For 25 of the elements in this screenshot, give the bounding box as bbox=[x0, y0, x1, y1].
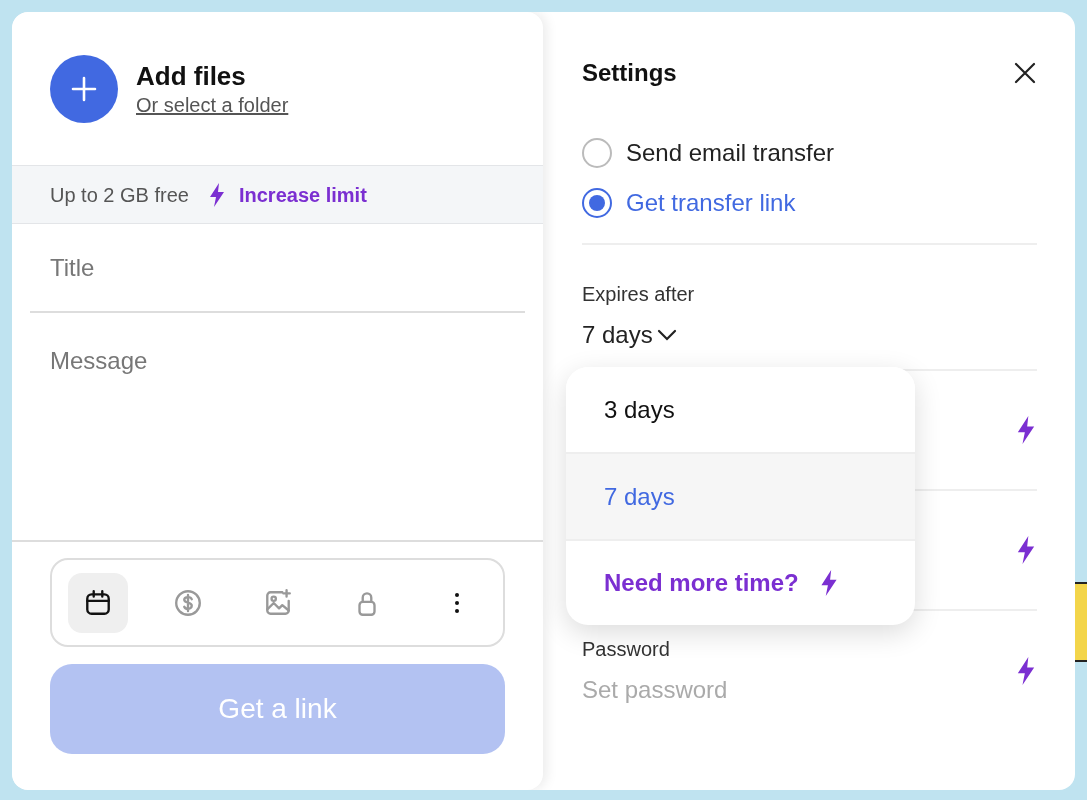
limit-text: Up to 2 GB free bbox=[50, 182, 189, 208]
radio-option[interactable]: Get transfer link bbox=[582, 185, 1037, 221]
title-input[interactable]: Title bbox=[30, 224, 525, 313]
dollar-icon bbox=[172, 587, 203, 618]
plus-icon bbox=[71, 75, 97, 102]
menu-option[interactable]: 3 days bbox=[566, 367, 915, 454]
radio-button[interactable] bbox=[582, 138, 612, 168]
message-input[interactable]: Message bbox=[12, 313, 543, 540]
expiry-dropdown[interactable]: 7 days bbox=[582, 317, 677, 353]
select-folder-link[interactable]: Or select a folder bbox=[136, 91, 289, 118]
calendar-icon bbox=[83, 587, 113, 618]
increase-limit-link[interactable]: Increase limit bbox=[206, 179, 367, 210]
password-label: Password bbox=[582, 637, 671, 662]
close-icon bbox=[1014, 62, 1036, 84]
chevron-icon bbox=[656, 329, 677, 341]
radio-option[interactable]: Send email transfer bbox=[582, 135, 1037, 171]
radio-button[interactable] bbox=[582, 188, 612, 218]
expires-label: Expires after bbox=[582, 282, 695, 307]
more-icon bbox=[454, 590, 460, 615]
password-input[interactable]: Set password bbox=[582, 672, 882, 708]
toolbar-button[interactable] bbox=[68, 572, 128, 633]
more-time-option[interactable]: Need more time? bbox=[566, 541, 915, 625]
add-files-title: Add files bbox=[136, 59, 247, 92]
settings-title: Settings bbox=[582, 58, 677, 88]
menu-option[interactable]: 7 days bbox=[566, 454, 915, 541]
